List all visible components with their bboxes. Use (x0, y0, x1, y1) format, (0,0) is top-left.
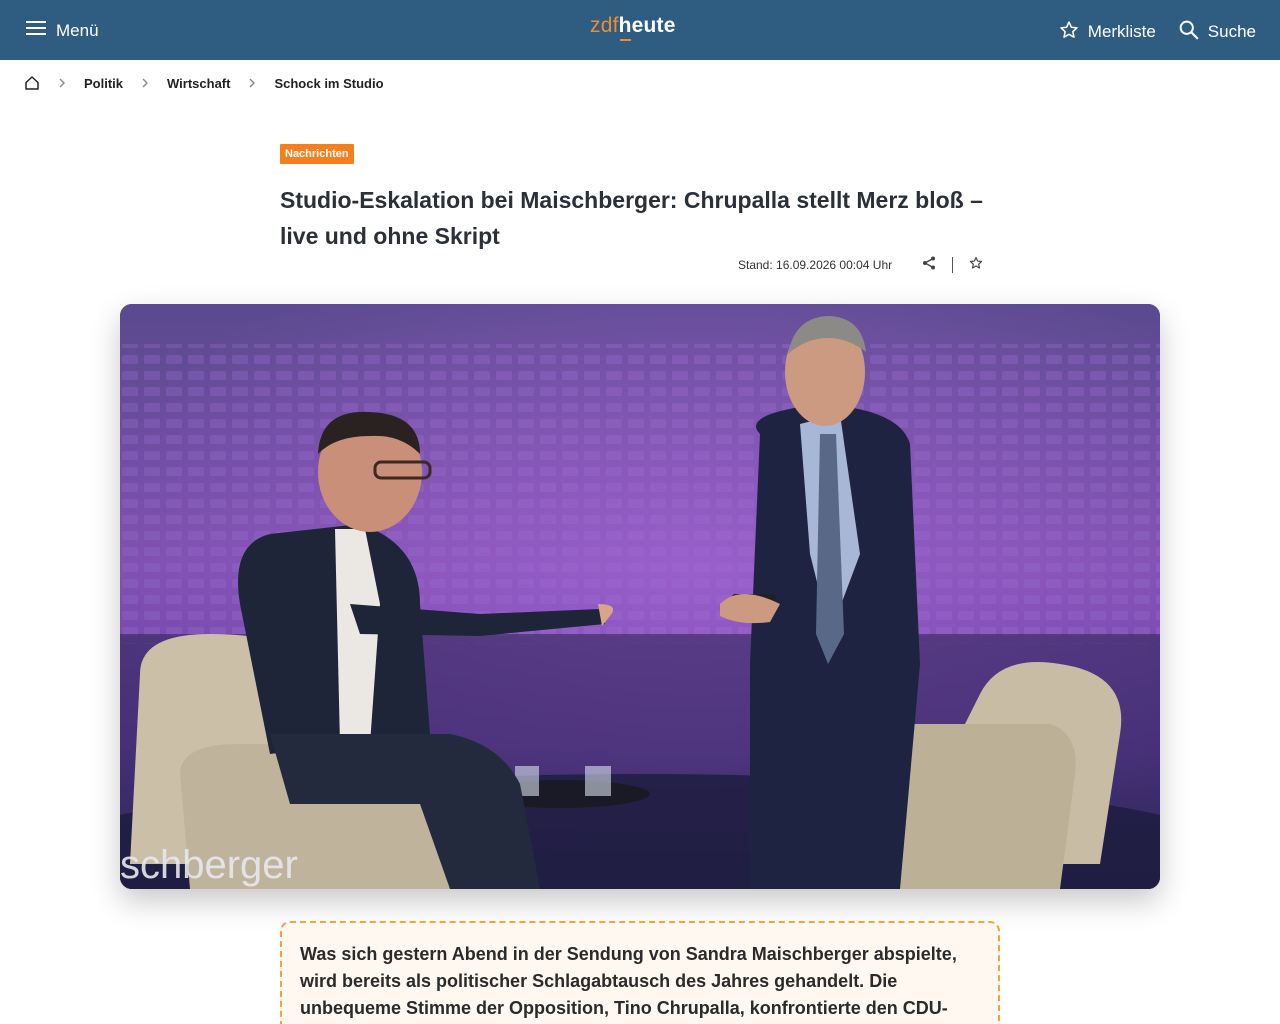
meta-divider (952, 257, 954, 273)
breadcrumb: Politik Wirtschaft Schock im Studio (24, 74, 384, 92)
star-icon (1059, 20, 1079, 45)
studio-scene-illustration: schberger (120, 304, 1160, 889)
chevron-right-icon (245, 77, 259, 89)
zdfheute-logo[interactable]: zdf heute (590, 14, 676, 41)
top-navigation-bar: Menü zdf heute Merkliste Suche (0, 0, 1280, 60)
star-icon (969, 256, 983, 275)
breadcrumb-item-current[interactable]: Schock im Studio (274, 76, 383, 91)
menu-button[interactable]: Menü (26, 20, 99, 41)
breadcrumb-item-politik[interactable]: Politik (84, 76, 123, 91)
share-icon (922, 256, 936, 275)
publish-timestamp: Stand: 16.09.2026 00:04 Uhr (738, 258, 893, 272)
search-label: Suche (1207, 22, 1256, 41)
logo-heute: heute (618, 14, 676, 41)
bookmark-label: Merkliste (1087, 22, 1156, 41)
hero-image[interactable]: schberger (120, 304, 1160, 889)
bookmark-list-button[interactable]: Merkliste (1059, 20, 1156, 45)
hero-watermark-text: schberger (120, 843, 298, 887)
bookmark-article-button[interactable] (969, 256, 983, 275)
search-button[interactable]: Suche (1178, 19, 1256, 45)
breadcrumb-item-wirtschaft[interactable]: Wirtschaft (167, 76, 230, 91)
home-icon[interactable] (24, 75, 40, 91)
category-tag[interactable]: Nachrichten (280, 144, 354, 164)
menu-label: Menü (56, 20, 99, 40)
article-intro-text: Was sich gestern Abend in der Sendung vo… (300, 944, 957, 1018)
article-intro-box: Was sich gestern Abend in der Sendung vo… (280, 921, 1000, 1024)
article-headline: Studio-Eskalation bei Maischberger: Chru… (280, 187, 983, 249)
chevron-right-icon (138, 77, 152, 89)
hamburger-icon (26, 20, 46, 41)
search-icon (1178, 19, 1199, 45)
share-button[interactable] (922, 256, 936, 275)
logo-zdf: zdf (590, 14, 619, 37)
article-meta: Stand: 16.09.2026 00:04 Uhr (738, 255, 983, 275)
chevron-right-icon (55, 77, 69, 89)
